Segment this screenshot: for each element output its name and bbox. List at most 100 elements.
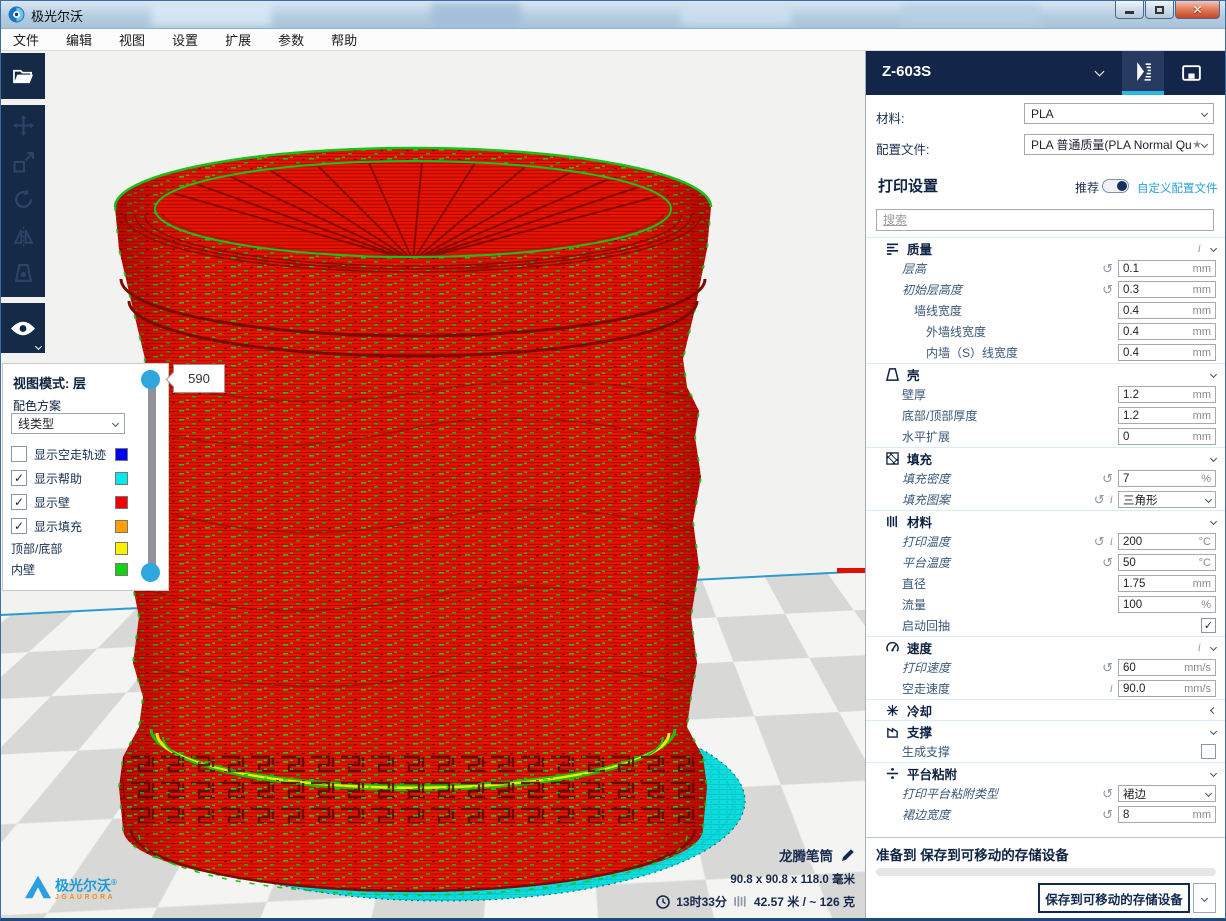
machine-name[interactable]: Z-603S xyxy=(882,63,931,80)
color-swatch xyxy=(115,448,128,461)
setting-label: 平台温度 xyxy=(902,554,950,571)
profile-select[interactable]: PLA 普通质量(PLA Normal Qua ★ xyxy=(1024,134,1214,155)
section-header[interactable]: 平台粘附 xyxy=(866,762,1226,783)
settings-search-input[interactable] xyxy=(876,209,1214,231)
legend-checkbox[interactable]: ✓ xyxy=(11,470,27,486)
setting-input[interactable]: 1.2mm xyxy=(1118,386,1216,403)
reset-setting-icon[interactable]: ↺ xyxy=(1094,493,1105,506)
info-icon: i xyxy=(1198,241,1201,256)
slice-progress-bar xyxy=(876,868,1216,876)
chevron-down-icon[interactable] xyxy=(1095,67,1105,77)
minimize-button[interactable] xyxy=(1115,1,1144,19)
section-header[interactable]: 速度i xyxy=(866,636,1226,657)
setting-input[interactable]: 100% xyxy=(1118,596,1216,613)
setting-input[interactable]: 1.75mm xyxy=(1118,575,1216,592)
setting-input[interactable]: 60mm/s xyxy=(1118,659,1216,676)
setting-value: 60 xyxy=(1123,662,1136,674)
layer-slider-handle-top[interactable] xyxy=(141,370,160,389)
reset-setting-icon[interactable]: ↺ xyxy=(1102,472,1113,485)
section-header[interactable]: 质量 i xyxy=(866,237,1226,258)
material-select[interactable]: PLA xyxy=(1024,103,1214,124)
open-file-button[interactable] xyxy=(1,53,45,99)
setting-label: 壁厚 xyxy=(902,386,926,403)
section-header[interactable]: 支撑 xyxy=(866,720,1226,741)
setting-value: 0 xyxy=(1123,431,1129,443)
view-mode-button[interactable] xyxy=(1,303,45,353)
setting-unit: °C xyxy=(1199,557,1211,569)
save-options-dropdown[interactable] xyxy=(1193,883,1216,913)
section-header[interactable]: 冷却 xyxy=(866,699,1226,720)
setting-input[interactable]: 90.0mm/s xyxy=(1118,680,1216,697)
legend-checkbox[interactable]: ✓ xyxy=(11,494,27,510)
setting-input[interactable]: 200°C xyxy=(1118,533,1216,550)
menu-item[interactable]: 文件 xyxy=(13,30,39,49)
per-model-settings-icon[interactable] xyxy=(13,263,34,284)
menu-item[interactable]: 扩展 xyxy=(225,30,251,49)
reset-setting-icon[interactable]: ↺ xyxy=(1102,556,1113,569)
app-logo-icon xyxy=(8,6,25,23)
setting-row: 平台温度 ↺ 50°C xyxy=(866,552,1226,573)
custom-profile-link[interactable]: 自定义配置文件 xyxy=(1137,180,1218,196)
setting-input[interactable]: 1.2mm xyxy=(1118,407,1216,424)
setting-input[interactable]: 0.1mm xyxy=(1118,260,1216,277)
window-controls: ✕ xyxy=(1114,1,1220,19)
machine-header: Z-603S xyxy=(866,51,1226,95)
setting-select[interactable]: 裙边 xyxy=(1118,785,1216,802)
recommended-toggle[interactable] xyxy=(1102,179,1129,193)
reset-setting-icon[interactable]: ↺ xyxy=(1102,661,1113,674)
section-header[interactable]: 壳 xyxy=(866,363,1226,384)
layer-slider-handle-bottom[interactable] xyxy=(141,563,160,582)
legend-label: 显示帮助 xyxy=(34,470,82,487)
setting-select[interactable]: 三角形 xyxy=(1118,491,1216,508)
legend-checkbox[interactable] xyxy=(11,446,27,462)
section-label: 质量 xyxy=(907,239,932,258)
reset-setting-icon[interactable]: ↺ xyxy=(1102,262,1113,275)
menu-item[interactable]: 编辑 xyxy=(66,30,92,49)
setting-value: 1.2 xyxy=(1123,389,1139,401)
setting-label: 外墙线宽度 xyxy=(926,323,986,340)
menu-item[interactable]: 设置 xyxy=(172,30,198,49)
menu-item[interactable]: 视图 xyxy=(119,30,145,49)
layer-slider-track[interactable] xyxy=(148,380,156,570)
close-button[interactable]: ✕ xyxy=(1175,1,1220,19)
rotate-tool-icon[interactable] xyxy=(13,189,34,210)
setting-input[interactable]: 0.4mm xyxy=(1118,302,1216,319)
section-header[interactable]: 材料 xyxy=(866,510,1226,531)
setting-label: 填充密度 xyxy=(902,470,950,487)
setting-label: 层高 xyxy=(902,260,926,277)
reset-setting-icon[interactable]: ↺ xyxy=(1102,787,1113,800)
setting-input[interactable]: 7% xyxy=(1118,470,1216,487)
scale-tool-icon[interactable] xyxy=(13,152,34,173)
color-swatch xyxy=(115,520,128,533)
reset-setting-icon[interactable]: ↺ xyxy=(1094,535,1105,548)
slice-settings-tab[interactable] xyxy=(1122,51,1164,95)
setting-input[interactable]: 0.3mm xyxy=(1118,281,1216,298)
setting-checkbox[interactable] xyxy=(1201,744,1216,759)
setting-row: 初始层高度↺0.3mm xyxy=(866,279,1226,300)
print-monitor-tab[interactable] xyxy=(1168,51,1214,95)
edit-pencil-icon[interactable] xyxy=(841,848,855,862)
save-to-removable-button[interactable]: 保存到可移动的存储设备 xyxy=(1038,883,1190,913)
reset-setting-icon[interactable]: ↺ xyxy=(1102,283,1113,296)
setting-input[interactable]: 0.4mm xyxy=(1118,323,1216,340)
setting-input[interactable]: 50°C xyxy=(1118,554,1216,571)
reset-setting-icon[interactable]: ↺ xyxy=(1102,808,1113,821)
color-scheme-select[interactable]: 线类型 xyxy=(11,413,125,434)
legend-checkbox[interactable]: ✓ xyxy=(11,518,27,534)
menu-item[interactable]: 帮助 xyxy=(331,30,357,49)
maximize-button[interactable] xyxy=(1145,1,1174,19)
mirror-tool-icon[interactable] xyxy=(13,226,34,247)
legend-row: ✓ 显示帮助 xyxy=(3,466,170,490)
legend-label: 顶部/底部 xyxy=(11,540,62,557)
setting-checkbox[interactable]: ✓ xyxy=(1201,618,1216,633)
setting-value: 0.1 xyxy=(1123,263,1139,275)
setting-input[interactable]: 0.4mm xyxy=(1118,344,1216,361)
sliced-model-3d[interactable] xyxy=(99,129,789,919)
setting-input[interactable]: 0mm xyxy=(1118,428,1216,445)
menu-item[interactable]: 参数 xyxy=(278,30,304,49)
move-tool-icon[interactable] xyxy=(13,115,34,136)
section-header[interactable]: 填充 xyxy=(866,447,1226,468)
color-swatch xyxy=(115,472,128,485)
setting-input[interactable]: 8mm xyxy=(1118,806,1216,823)
section-label: 壳 xyxy=(907,365,920,384)
